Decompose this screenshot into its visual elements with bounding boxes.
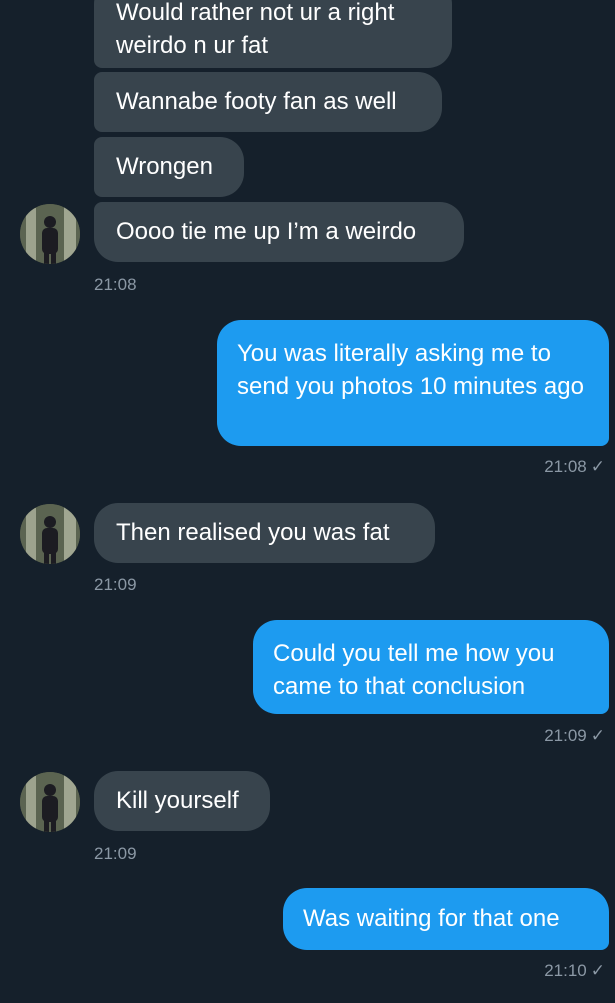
avatar-photo bbox=[20, 772, 80, 832]
outgoing-message[interactable]: You was literally asking me to send you … bbox=[217, 320, 609, 446]
outgoing-message[interactable]: Could you tell me how you came to that c… bbox=[253, 620, 609, 714]
message-timestamp: 21:10 ✓ bbox=[544, 961, 605, 981]
contact-avatar[interactable] bbox=[20, 772, 80, 832]
incoming-message[interactable]: Wrongen bbox=[94, 137, 244, 197]
timestamp-text: 21:08 bbox=[544, 457, 587, 476]
contact-avatar[interactable] bbox=[20, 204, 80, 264]
message-timestamp: 21:08 bbox=[94, 275, 137, 294]
dm-conversation: Would rather not ur a right weirdo n ur … bbox=[0, 0, 615, 1003]
avatar-photo bbox=[20, 504, 80, 564]
incoming-message[interactable]: Kill yourself bbox=[94, 771, 270, 831]
incoming-message[interactable]: Would rather not ur a right weirdo n ur … bbox=[94, 0, 452, 68]
contact-avatar[interactable] bbox=[20, 504, 80, 564]
checkmark-icon: ✓ bbox=[590, 961, 605, 980]
message-timestamp: 21:08 ✓ bbox=[544, 457, 605, 477]
message-timestamp: 21:09 ✓ bbox=[544, 726, 605, 746]
checkmark-icon: ✓ bbox=[590, 726, 605, 745]
incoming-message[interactable]: Then realised you was fat bbox=[94, 503, 435, 563]
outgoing-message[interactable]: Was waiting for that one bbox=[283, 888, 609, 950]
message-timestamp: 21:09 bbox=[94, 844, 137, 863]
timestamp-text: 21:09 bbox=[544, 726, 587, 745]
checkmark-icon: ✓ bbox=[590, 457, 605, 476]
message-timestamp: 21:09 bbox=[94, 575, 137, 594]
avatar-photo bbox=[20, 204, 80, 264]
incoming-message[interactable]: Wannabe footy fan as well bbox=[94, 72, 442, 132]
timestamp-text: 21:10 bbox=[544, 961, 587, 980]
incoming-message[interactable]: Oooo tie me up I’m a weirdo bbox=[94, 202, 464, 262]
